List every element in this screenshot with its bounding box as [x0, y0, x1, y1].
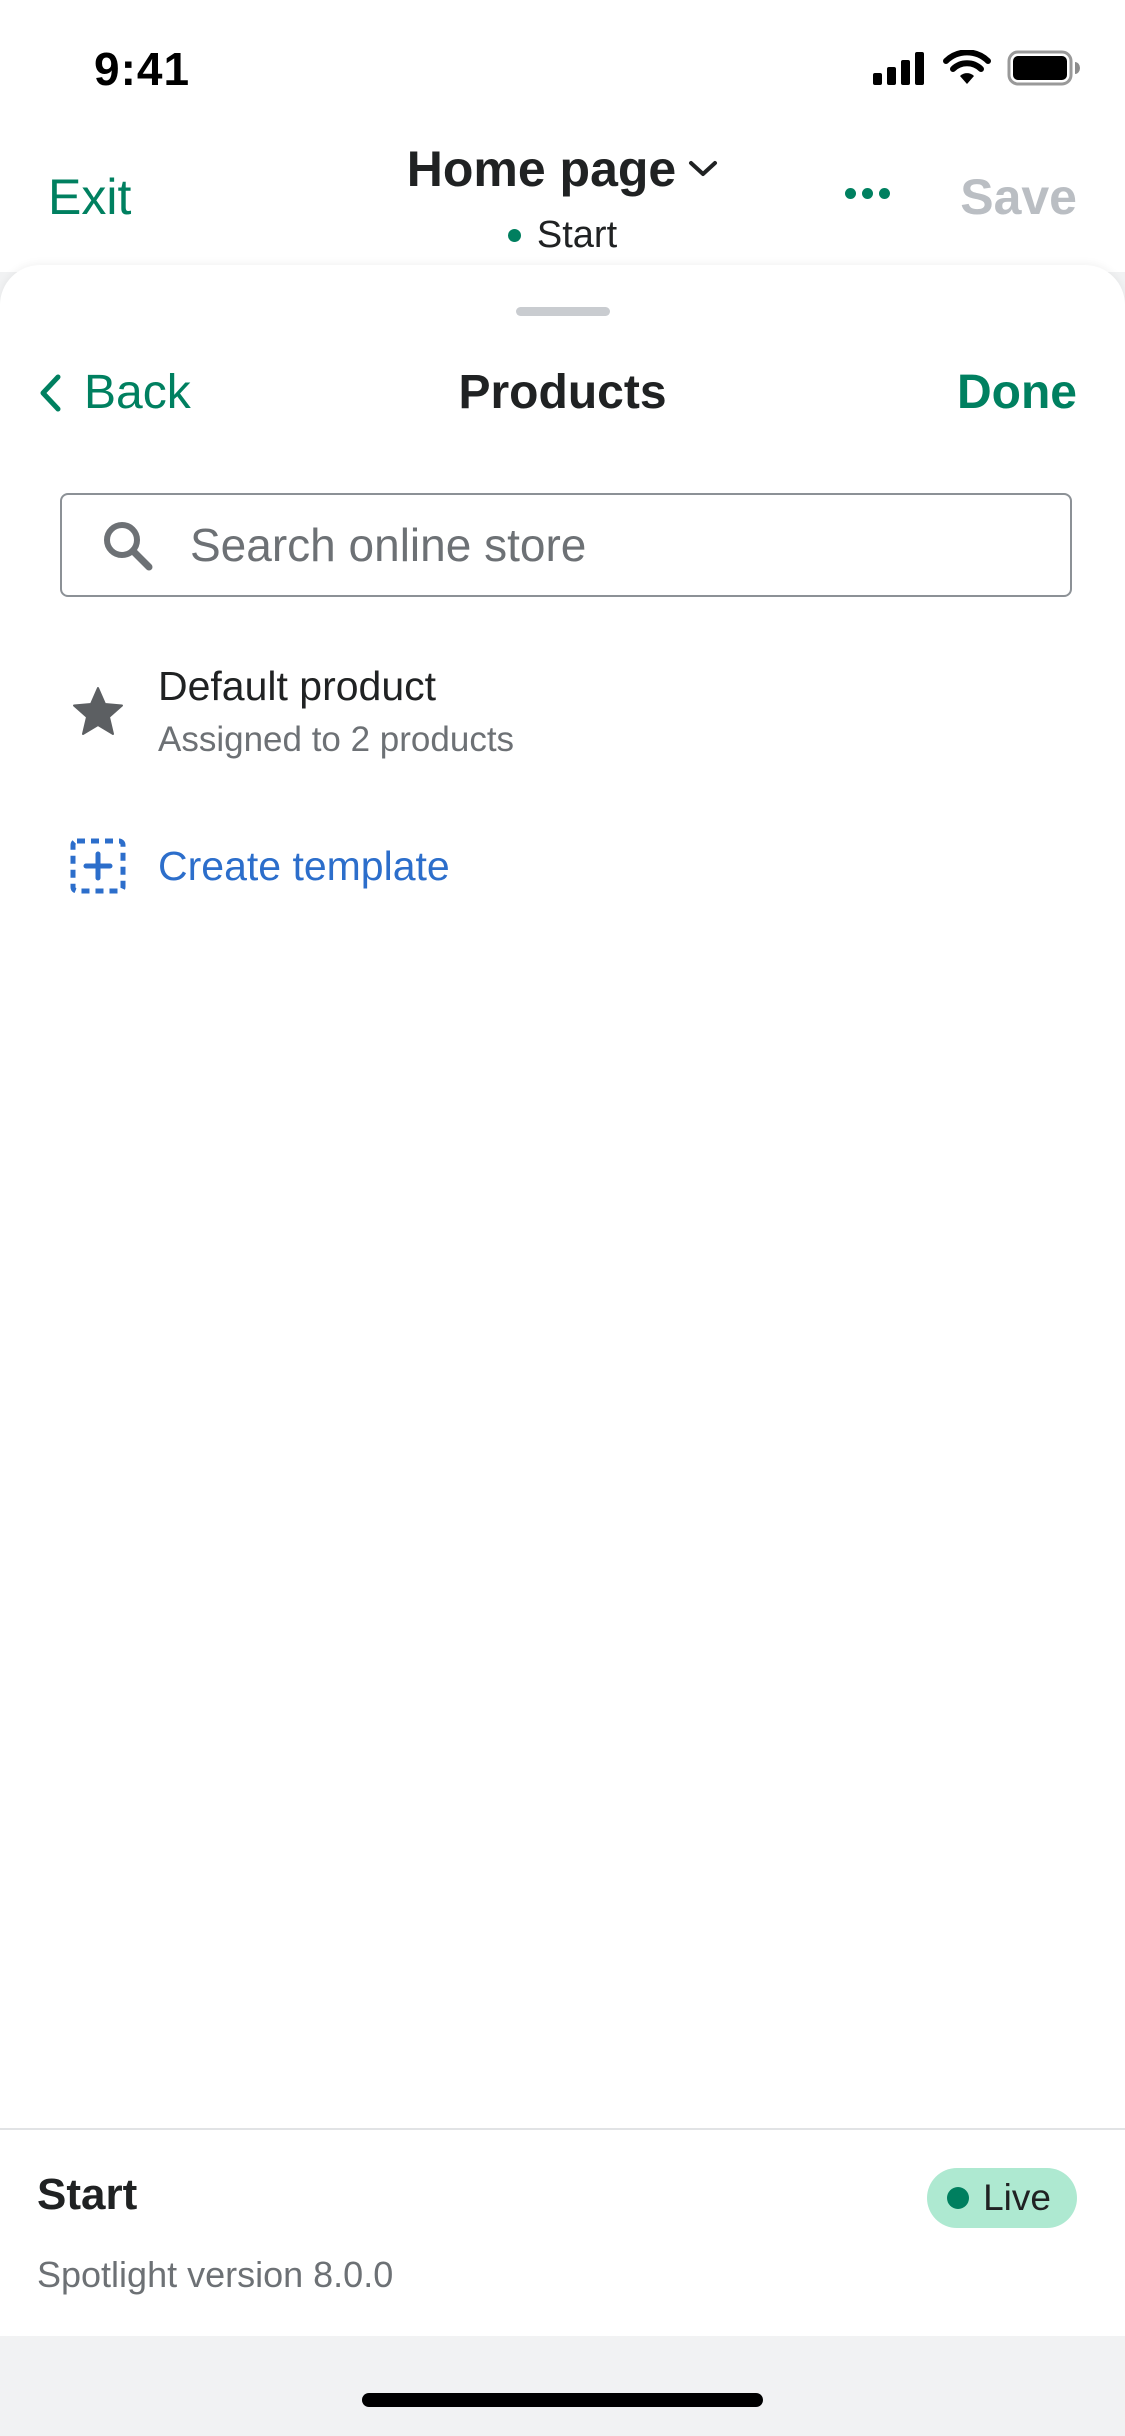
page-selector: Home page Start	[0, 140, 1125, 257]
back-button[interactable]: Back	[38, 365, 191, 420]
template-text: Default product Assigned to 2 products	[158, 663, 514, 760]
create-template-label: Create template	[158, 842, 450, 889]
wifi-icon	[943, 50, 991, 84]
add-template-icon	[70, 838, 126, 894]
page-title: Home page	[406, 141, 677, 197]
battery-icon	[1007, 50, 1080, 86]
home-indicator[interactable]	[362, 2393, 763, 2407]
page-dropdown[interactable]: Home page	[407, 140, 719, 198]
theme-name: Start	[536, 214, 618, 256]
dot-icon	[845, 188, 856, 199]
live-label: Live	[983, 2177, 1051, 2218]
create-template-button[interactable]: Create template	[70, 838, 450, 894]
chevron-down-icon	[689, 161, 718, 176]
live-dot-icon	[947, 2187, 970, 2209]
status-bar: 9:41	[0, 0, 1125, 132]
cellular-signal-icon	[873, 52, 924, 85]
theme-footer: Start Live Spotlight version 8.0.0	[0, 2128, 1125, 2336]
footer-theme-name: Start	[37, 2170, 138, 2219]
search-icon	[104, 522, 153, 571]
sheet-grabber[interactable]	[516, 307, 610, 316]
status-dot-icon	[507, 229, 521, 242]
search-input[interactable]	[188, 517, 1070, 573]
template-title: Default product	[158, 663, 437, 709]
save-button[interactable]: Save	[960, 168, 1077, 226]
template-subtitle: Assigned to 2 products	[158, 720, 515, 759]
live-status-badge: Live	[927, 2168, 1077, 2228]
theme-status: Start	[0, 214, 1125, 257]
done-button[interactable]: Done	[957, 365, 1077, 420]
search-field[interactable]	[60, 493, 1072, 597]
template-list-item[interactable]: Default product Assigned to 2 products	[70, 663, 514, 760]
status-time: 9:41	[94, 43, 191, 95]
back-label: Back	[84, 366, 191, 419]
chevron-left-icon	[40, 374, 61, 411]
theme-version: Spotlight version 8.0.0	[37, 2254, 394, 2295]
star-icon	[73, 686, 123, 735]
status-icons	[873, 50, 1081, 86]
dot-icon	[862, 188, 873, 199]
editor-topbar: Exit Home page Start Save	[0, 132, 1125, 272]
products-sheet: Products Back Done Default product Assig…	[0, 265, 1125, 2130]
more-options-button[interactable]	[845, 188, 890, 199]
dot-icon	[879, 188, 890, 199]
